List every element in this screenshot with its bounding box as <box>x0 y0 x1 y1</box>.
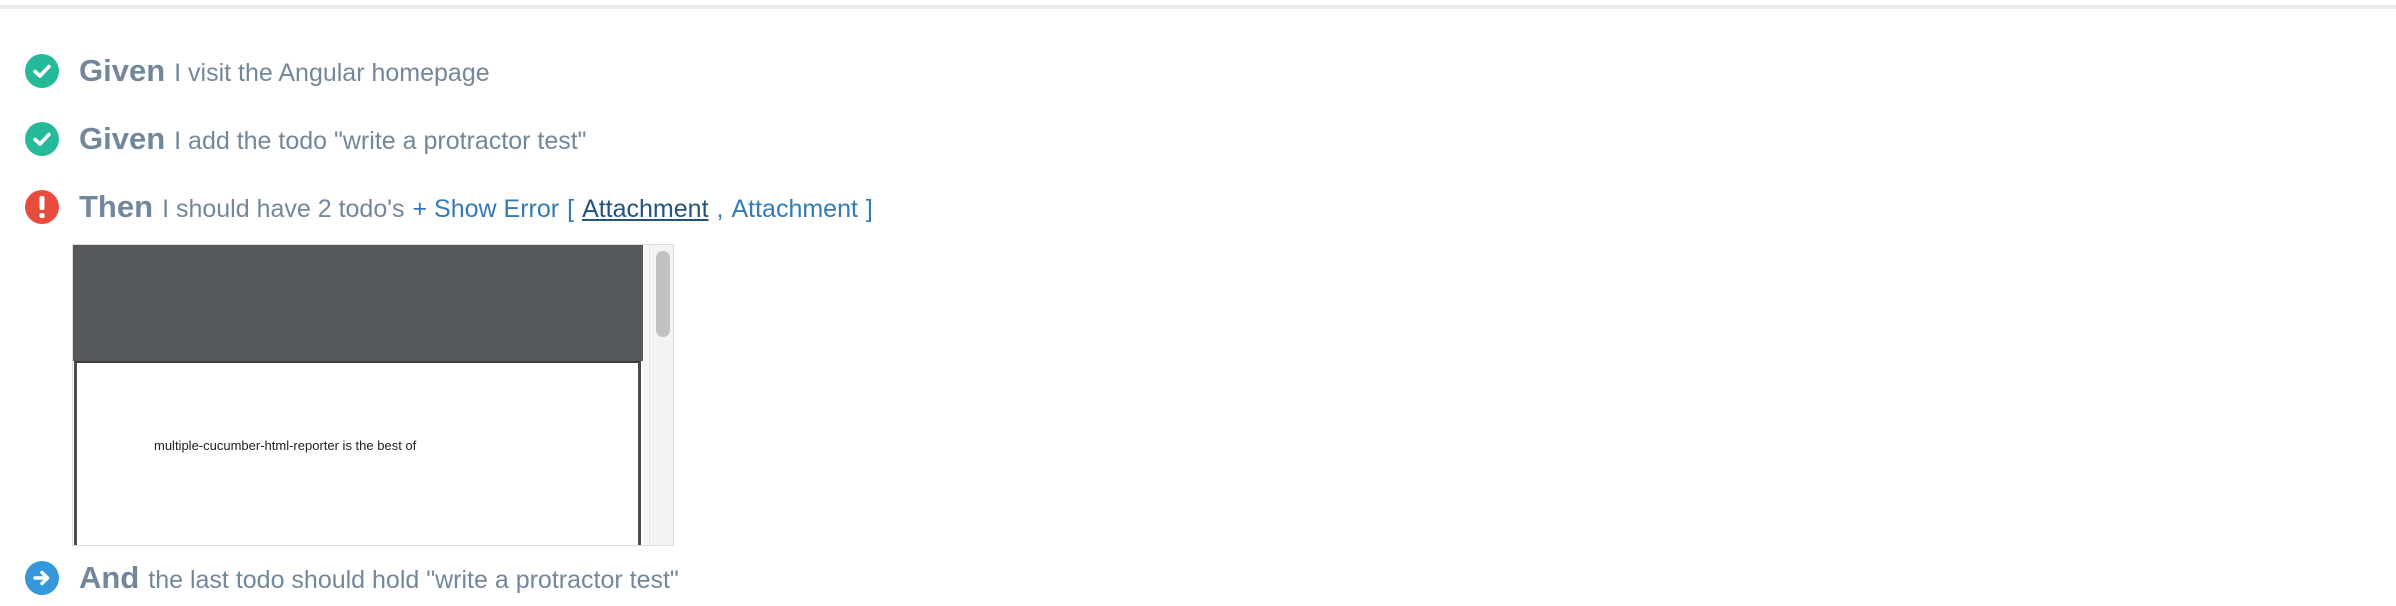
step-description: the last todo should hold "write a protr… <box>148 566 679 594</box>
exclamation-circle-icon <box>25 190 59 224</box>
step-row: And the last todo should hold "write a p… <box>0 556 2396 600</box>
step-keyword: Given <box>79 121 166 156</box>
step-keyword: And <box>79 560 140 595</box>
attachment-separator: , <box>716 195 724 223</box>
attachment-screenshot-header <box>73 245 643 361</box>
step-text: Then I should have 2 todo's + Show Error… <box>79 189 873 225</box>
step-keyword: Then <box>79 189 154 224</box>
step-text: Given I visit the Angular homepage <box>79 53 490 89</box>
attachments-close-bracket: ] <box>865 195 873 223</box>
step-row: Given I visit the Angular homepage <box>0 49 2396 93</box>
step-description: I should have 2 todo's <box>162 195 405 223</box>
attachment-scrollbar[interactable] <box>649 245 673 545</box>
attachment-screenshot-text: multiple-cucumber-html-reporter is the b… <box>154 438 417 453</box>
step-row: Given I add the todo "write a protractor… <box>0 117 2396 161</box>
attachments-open-bracket: [ <box>567 195 575 223</box>
attachment-preview-frame[interactable]: multiple-cucumber-html-reporter is the b… <box>72 244 674 546</box>
check-circle-icon <box>25 54 59 88</box>
attachment-screenshot: multiple-cucumber-html-reporter is the b… <box>73 245 643 545</box>
show-error-link[interactable]: + Show Error <box>413 195 560 224</box>
attachment-link-1[interactable]: Attachment <box>582 195 708 224</box>
top-divider <box>0 5 2396 9</box>
step-text: Given I add the todo "write a protractor… <box>79 121 587 157</box>
step-row-failed: Then I should have 2 todo's + Show Error… <box>0 185 2396 229</box>
attachment-link-2[interactable]: Attachment <box>731 195 857 224</box>
step-text: And the last todo should hold "write a p… <box>79 560 679 596</box>
step-description: I visit the Angular homepage <box>174 59 490 87</box>
attachment-scrollbar-thumb[interactable] <box>656 251 670 337</box>
check-circle-icon <box>25 122 59 156</box>
arrow-circle-right-icon <box>25 561 59 595</box>
step-description: I add the todo "write a protractor test" <box>174 127 587 155</box>
step-keyword: Given <box>79 53 166 88</box>
attachment-screenshot-page: multiple-cucumber-html-reporter is the b… <box>74 361 641 545</box>
